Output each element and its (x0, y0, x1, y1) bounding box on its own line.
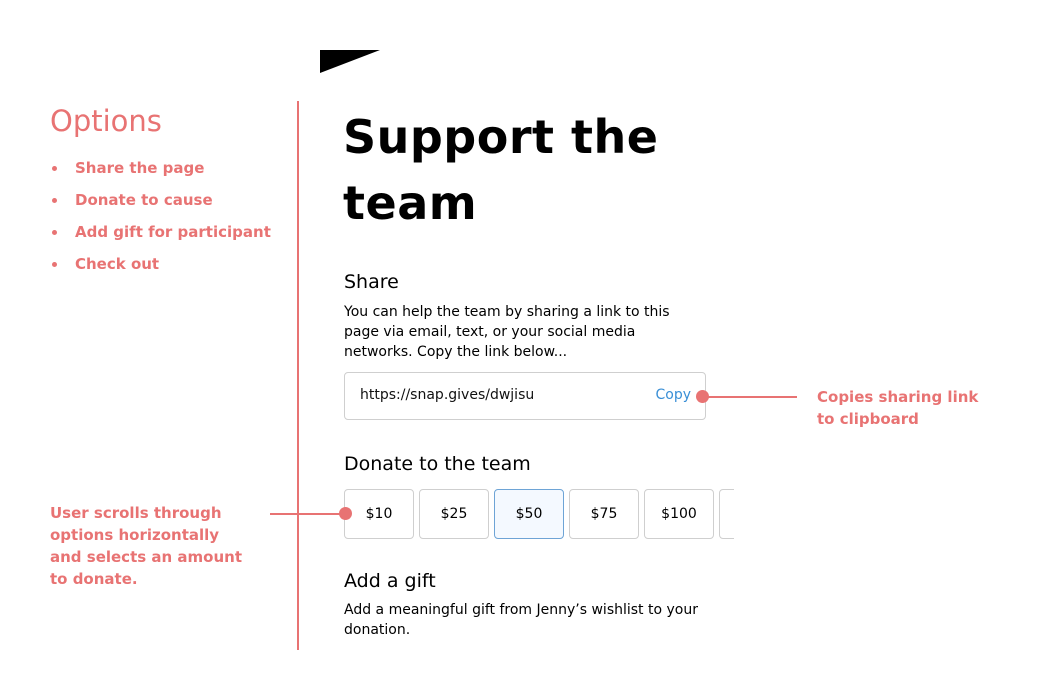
amount-scroller[interactable]: $10 $25 $50 $75 $100 (344, 489, 734, 539)
copy-callout-line (702, 396, 797, 398)
donate-heading: Donate to the team (344, 453, 531, 475)
options-title: Options (50, 104, 162, 138)
options-list: Share the page Donate to cause Add gift … (50, 157, 271, 285)
amount-option-partial[interactable] (719, 489, 734, 539)
share-heading: Share (344, 271, 399, 293)
options-item-checkout: Check out (50, 253, 271, 285)
bullet-icon (52, 166, 57, 171)
share-description: You can help the team by sharing a link … (344, 304, 670, 360)
share-link-field[interactable]: https://snap.gives/dwjisu Copy (344, 372, 706, 420)
scroll-callout-text: User scrolls through options horizontall… (50, 504, 242, 588)
page-title: Support the team (343, 110, 659, 230)
gift-heading: Add a gift (344, 570, 436, 592)
scroll-callout-line (270, 513, 346, 515)
bullet-icon (52, 198, 57, 203)
options-item-gift: Add gift for participant (50, 221, 271, 253)
options-item-donate: Donate to cause (50, 189, 271, 221)
options-item-label: Check out (75, 255, 160, 273)
options-item-label: Share the page (75, 159, 205, 177)
amount-options: $10 $25 $50 $75 $100 (344, 489, 734, 539)
amount-option[interactable]: $25 (419, 489, 489, 539)
amount-option[interactable]: $10 (344, 489, 414, 539)
bullet-icon (52, 230, 57, 235)
options-item-label: Add gift for participant (75, 223, 271, 241)
options-item-share: Share the page (50, 157, 271, 189)
gift-description: Add a meaningful gift from Jenny’s wishl… (344, 602, 698, 638)
copy-callout-text: Copies sharing link to clipboard (817, 388, 979, 428)
bullet-icon (52, 262, 57, 267)
amount-option[interactable]: $100 (644, 489, 714, 539)
amount-option-selected[interactable]: $50 (494, 489, 564, 539)
panel-divider (297, 101, 299, 650)
scroll-callout-dot (339, 507, 352, 520)
share-link-url[interactable]: https://snap.gives/dwjisu (360, 387, 534, 403)
copy-button[interactable]: Copy (655, 387, 691, 403)
options-item-label: Donate to cause (75, 191, 213, 209)
corner-wedge-icon (320, 50, 380, 73)
amount-option[interactable]: $75 (569, 489, 639, 539)
